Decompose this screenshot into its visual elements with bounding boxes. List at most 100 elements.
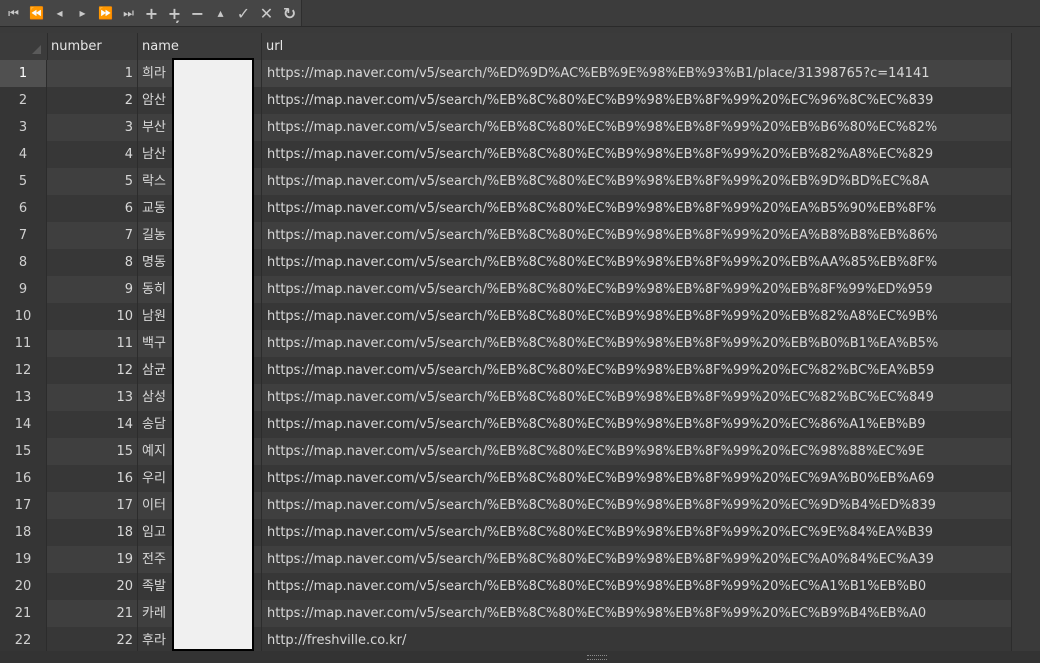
column-header-number[interactable]: number bbox=[47, 33, 138, 60]
cell-number[interactable]: 16 bbox=[47, 465, 138, 492]
row-number[interactable]: 22 bbox=[0, 627, 47, 654]
cell-number[interactable]: 11 bbox=[47, 330, 138, 357]
column-header-url[interactable]: url bbox=[262, 33, 1012, 60]
row-number[interactable]: 21 bbox=[0, 600, 47, 627]
cell-number[interactable]: 22 bbox=[47, 627, 138, 654]
cell-number[interactable]: 14 bbox=[47, 411, 138, 438]
prev-page-button[interactable]: ⏪ bbox=[25, 2, 48, 24]
cell-url[interactable]: https://map.naver.com/v5/search/%EB%8C%8… bbox=[262, 168, 1012, 195]
cell-number[interactable]: 21 bbox=[47, 600, 138, 627]
row-number[interactable]: 18 bbox=[0, 519, 47, 546]
next-record-button[interactable]: ▸ bbox=[71, 2, 94, 24]
table-row[interactable]: 16 16 우리 https://map.naver.com/v5/search/%E… bbox=[0, 465, 1012, 492]
first-page-button[interactable]: ⏮ bbox=[2, 2, 25, 24]
cell-url[interactable]: https://map.naver.com/v5/search/%EB%8C%8… bbox=[262, 492, 1012, 519]
cell-url[interactable]: https://map.naver.com/v5/search/%EB%8C%8… bbox=[262, 87, 1012, 114]
cell-number[interactable]: 3 bbox=[47, 114, 138, 141]
delete-record-button[interactable]: − bbox=[186, 2, 209, 24]
cell-url[interactable]: https://map.naver.com/v5/search/%EB%8C%8… bbox=[262, 114, 1012, 141]
cell-url[interactable]: https://map.naver.com/v5/search/%EB%8C%8… bbox=[262, 465, 1012, 492]
cell-url[interactable]: https://map.naver.com/v5/search/%EB%8C%8… bbox=[262, 195, 1012, 222]
cell-number[interactable]: 17 bbox=[47, 492, 138, 519]
cell-number[interactable]: 10 bbox=[47, 303, 138, 330]
cell-url[interactable]: https://map.naver.com/v5/search/%EB%8C%8… bbox=[262, 600, 1012, 627]
row-number[interactable]: 8 bbox=[0, 249, 47, 276]
table-row[interactable]: 3 3 부산 https://map.naver.com/v5/search/%EB%… bbox=[0, 114, 1012, 141]
table-row[interactable]: 11 11 백구 https://map.naver.com/v5/search/%E… bbox=[0, 330, 1012, 357]
row-number[interactable]: 9 bbox=[0, 276, 47, 303]
cell-number[interactable]: 1 bbox=[47, 60, 138, 87]
cell-url[interactable]: https://map.naver.com/v5/search/%EB%8C%8… bbox=[262, 141, 1012, 168]
cell-number[interactable]: 20 bbox=[47, 573, 138, 600]
row-number[interactable]: 7 bbox=[0, 222, 47, 249]
cell-url[interactable]: https://map.naver.com/v5/search/%EB%8C%8… bbox=[262, 303, 1012, 330]
last-record-button[interactable]: ⏭ bbox=[117, 2, 140, 24]
table-row[interactable]: 15 15 예지 https://map.naver.com/v5/search/%E… bbox=[0, 438, 1012, 465]
cell-url[interactable]: https://map.naver.com/v5/search/%EB%8C%8… bbox=[262, 519, 1012, 546]
table-row[interactable]: 13 13 삼성 https://map.naver.com/v5/search/%E… bbox=[0, 384, 1012, 411]
table-row[interactable]: 2 2 암산 https://map.naver.com/v5/search/%EB%… bbox=[0, 87, 1012, 114]
table-row[interactable]: 9 9 동히 https://map.naver.com/v5/search/%EB%… bbox=[0, 276, 1012, 303]
table-row[interactable]: 17 17 이터 https://map.naver.com/v5/search/%E… bbox=[0, 492, 1012, 519]
table-row[interactable]: 19 19 전주 https://map.naver.com/v5/search/%E… bbox=[0, 546, 1012, 573]
cell-url[interactable]: https://map.naver.com/v5/search/%EB%8C%8… bbox=[262, 330, 1012, 357]
table-row[interactable]: 7 7 길농 https://map.naver.com/v5/search/%EB%… bbox=[0, 222, 1012, 249]
refresh-button[interactable]: ↻ bbox=[278, 2, 301, 24]
row-number[interactable]: 10 bbox=[0, 303, 47, 330]
cell-number[interactable]: 8 bbox=[47, 249, 138, 276]
table-row[interactable]: 14 14 송담 https://map.naver.com/v5/search/%E… bbox=[0, 411, 1012, 438]
cell-url[interactable]: https://map.naver.com/v5/search/%ED%9D%A… bbox=[262, 60, 1012, 87]
apply-button[interactable]: ✓ bbox=[232, 2, 255, 24]
cell-url[interactable]: https://map.naver.com/v5/search/%EB%8C%8… bbox=[262, 438, 1012, 465]
move-up-button[interactable]: ▴ bbox=[209, 2, 232, 24]
row-number[interactable]: 16 bbox=[0, 465, 47, 492]
cell-number[interactable]: 18 bbox=[47, 519, 138, 546]
row-number[interactable]: 19 bbox=[0, 546, 47, 573]
cell-number[interactable]: 7 bbox=[47, 222, 138, 249]
select-all-corner[interactable] bbox=[0, 33, 48, 60]
row-number[interactable]: 4 bbox=[0, 141, 47, 168]
cell-number[interactable]: 4 bbox=[47, 141, 138, 168]
cell-number[interactable]: 12 bbox=[47, 357, 138, 384]
prev-record-button[interactable]: ◂ bbox=[48, 2, 71, 24]
cell-url[interactable]: https://map.naver.com/v5/search/%EB%8C%8… bbox=[262, 222, 1012, 249]
row-number[interactable]: 6 bbox=[0, 195, 47, 222]
cell-number[interactable]: 2 bbox=[47, 87, 138, 114]
cell-url[interactable]: http://freshville.co.kr/ bbox=[262, 627, 1012, 654]
table-row[interactable]: 10 10 남원 https://map.naver.com/v5/search/%E… bbox=[0, 303, 1012, 330]
add-record-button[interactable]: + bbox=[140, 2, 163, 24]
row-number[interactable]: 1 bbox=[0, 60, 47, 87]
cancel-button[interactable]: ✕ bbox=[255, 2, 278, 24]
cell-url[interactable]: https://map.naver.com/v5/search/%EB%8C%8… bbox=[262, 384, 1012, 411]
table-row[interactable]: 12 12 삼균 https://map.naver.com/v5/search/%E… bbox=[0, 357, 1012, 384]
vertical-scroll-area[interactable] bbox=[1012, 33, 1040, 651]
row-number[interactable]: 15 bbox=[0, 438, 47, 465]
table-row[interactable]: 1 1 희라 https://map.naver.com/v5/search/%ED%… bbox=[0, 60, 1012, 87]
row-number[interactable]: 14 bbox=[0, 411, 47, 438]
table-row[interactable]: 18 18 임고 https://map.naver.com/v5/search/%E… bbox=[0, 519, 1012, 546]
table-row[interactable]: 20 20 족발 https://map.naver.com/v5/search/%E… bbox=[0, 573, 1012, 600]
resize-grip-icon[interactable] bbox=[587, 655, 607, 660]
row-number[interactable]: 17 bbox=[0, 492, 47, 519]
row-number[interactable]: 20 bbox=[0, 573, 47, 600]
cell-url[interactable]: https://map.naver.com/v5/search/%EB%8C%8… bbox=[262, 573, 1012, 600]
cell-number[interactable]: 6 bbox=[47, 195, 138, 222]
cell-number[interactable]: 19 bbox=[47, 546, 138, 573]
table-row[interactable]: 4 4 남산 https://map.naver.com/v5/search/%EB%… bbox=[0, 141, 1012, 168]
cell-number[interactable]: 5 bbox=[47, 168, 138, 195]
row-number[interactable]: 5 bbox=[0, 168, 47, 195]
table-row[interactable]: 21 21 카레 https://map.naver.com/v5/search/%E… bbox=[0, 600, 1012, 627]
table-row[interactable]: 22 22 후라 http://freshville.co.kr/ bbox=[0, 627, 1012, 654]
row-number[interactable]: 2 bbox=[0, 87, 47, 114]
cell-number[interactable]: 13 bbox=[47, 384, 138, 411]
row-number[interactable]: 11 bbox=[0, 330, 47, 357]
cell-number[interactable]: 15 bbox=[47, 438, 138, 465]
next-page-button[interactable]: ⏩ bbox=[94, 2, 117, 24]
cell-url[interactable]: https://map.naver.com/v5/search/%EB%8C%8… bbox=[262, 411, 1012, 438]
row-number[interactable]: 13 bbox=[0, 384, 47, 411]
row-number[interactable]: 3 bbox=[0, 114, 47, 141]
column-header-name[interactable]: name bbox=[138, 33, 262, 60]
cell-url[interactable]: https://map.naver.com/v5/search/%EB%8C%8… bbox=[262, 276, 1012, 303]
table-row[interactable]: 5 5 락스 https://map.naver.com/v5/search/%EB%… bbox=[0, 168, 1012, 195]
cell-url[interactable]: https://map.naver.com/v5/search/%EB%8C%8… bbox=[262, 357, 1012, 384]
